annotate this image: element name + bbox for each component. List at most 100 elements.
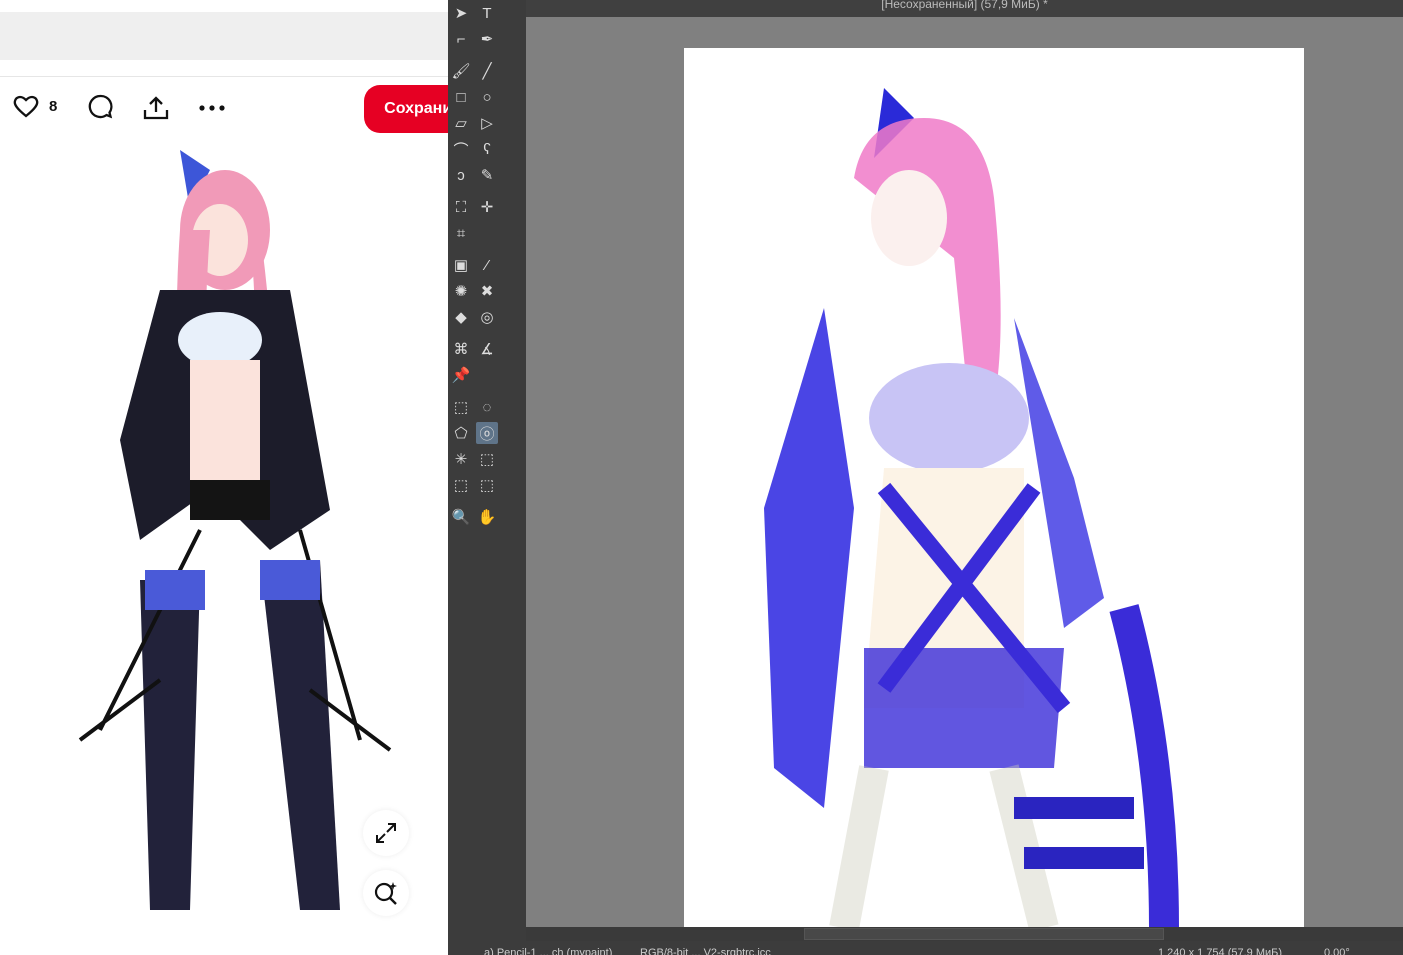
bezier-icon: ⌒ bbox=[453, 141, 469, 159]
measure-icon: ∡ bbox=[480, 341, 494, 358]
reference-images-tool[interactable]: 📌 bbox=[450, 364, 472, 386]
share-button[interactable] bbox=[143, 96, 169, 120]
similar-color-selection-tool[interactable]: ⬚ bbox=[476, 448, 498, 470]
more-icon bbox=[199, 105, 225, 111]
freehand-selection-tool[interactable]: ⓞ bbox=[476, 422, 498, 444]
status-color-space: RGB/8-bit ... V2-srgbtrc.icc bbox=[640, 947, 771, 955]
bezier-select-icon: ⬚ bbox=[453, 477, 469, 494]
magnifier-icon: 🔍 bbox=[451, 509, 471, 526]
freehand-path-tool[interactable]: ʕ bbox=[476, 138, 498, 160]
pen-icon: ✒ bbox=[480, 31, 494, 48]
zoom-tool[interactable]: 🔍 bbox=[450, 506, 472, 528]
save-button[interactable]: Сохранить bbox=[364, 85, 448, 133]
line-icon: ╱ bbox=[482, 63, 492, 80]
freehand-brush-tool[interactable]: 🖌 bbox=[450, 60, 472, 82]
ellipse-icon: ○ bbox=[482, 88, 492, 106]
path-icon: ʕ bbox=[483, 140, 491, 158]
polygonal-selection-tool[interactable]: ⬠ bbox=[450, 422, 472, 444]
rectangle-icon: □ bbox=[456, 88, 466, 106]
line-tool[interactable]: ╱ bbox=[476, 60, 498, 82]
painting-sketch bbox=[764, 88, 1179, 928]
select-shapes-tool[interactable]: ➤ bbox=[450, 2, 472, 24]
similar-select-icon: ⬚ bbox=[479, 451, 495, 468]
lasso-icon: ⓞ bbox=[479, 425, 495, 443]
transform-icon: ⛶ bbox=[455, 198, 467, 216]
canvas-area[interactable] bbox=[526, 17, 1403, 928]
expand-button[interactable] bbox=[363, 810, 409, 856]
edit-shapes-tool[interactable]: ⌐ bbox=[450, 28, 472, 50]
color-picker-tool[interactable]: ⁄ bbox=[476, 254, 498, 276]
polygon-select-icon: ⬠ bbox=[454, 425, 468, 442]
edit-shape-icon: ⌐ bbox=[456, 30, 466, 48]
text-tool[interactable]: T bbox=[476, 2, 498, 24]
text-icon: T bbox=[482, 4, 492, 22]
more-options-button[interactable] bbox=[199, 100, 225, 116]
status-bar: a) Pencil-1 ... ch (mypaint) RGB/8-bit .… bbox=[448, 941, 1403, 955]
like-button[interactable]: 8 bbox=[13, 94, 57, 118]
colorize-mask-tool[interactable]: ✺ bbox=[450, 280, 472, 302]
pan-tool[interactable]: ✋ bbox=[476, 506, 498, 528]
share-icon bbox=[143, 96, 169, 120]
document-title-bar: [Несохраненный] (57,9 МиБ) * bbox=[526, 0, 1403, 17]
elliptical-selection-tool[interactable]: ◌ bbox=[476, 396, 498, 418]
polyline-tool[interactable]: ▷ bbox=[476, 112, 498, 134]
enclose-icon: ◎ bbox=[480, 309, 494, 326]
status-image-size: 1 240 x 1 754 (57,9 МиБ) bbox=[1158, 947, 1283, 955]
pinterest-pin-view: 8 Сохранить bbox=[0, 0, 448, 955]
move-tool[interactable]: ✛ bbox=[476, 196, 498, 218]
krita-toolbox: ➤ T ⌐ ✒ 🖌 ╱ □ ○ ▱ ▷ ⌒ ʕ ↄ ✎ ⛶ ✛ ⌗ ▣ ⁄ ✺ … bbox=[448, 0, 526, 955]
hand-icon: ✋ bbox=[477, 509, 497, 526]
crop-icon: ⌗ bbox=[456, 224, 466, 242]
transform-tool[interactable]: ⛶ bbox=[450, 196, 472, 218]
brush-icon: 🖌 bbox=[451, 63, 471, 80]
divider bbox=[0, 76, 448, 77]
scrollbar-thumb[interactable] bbox=[804, 928, 1164, 940]
pointer-icon: ➤ bbox=[454, 5, 468, 22]
horizontal-scrollbar[interactable] bbox=[526, 927, 1403, 941]
magnetic-selection-tool[interactable]: ⬚ bbox=[476, 474, 498, 496]
document-title: [Несохраненный] (57,9 МиБ) * bbox=[881, 0, 1048, 11]
multibrush-icon: ✎ bbox=[480, 167, 494, 184]
calligraphy-tool[interactable]: ✒ bbox=[476, 28, 498, 50]
bucket-icon: ◆ bbox=[455, 309, 467, 326]
heart-icon bbox=[13, 95, 39, 118]
status-rotation[interactable]: 0,00° bbox=[1324, 947, 1350, 955]
magnetic-select-icon: ⬚ bbox=[479, 477, 495, 494]
crop-tool[interactable]: ⌗ bbox=[450, 222, 472, 244]
polygon-icon: ▱ bbox=[455, 115, 467, 132]
assistant-tool[interactable]: ⌘ bbox=[450, 338, 472, 360]
comment-button[interactable] bbox=[88, 94, 113, 119]
move-icon: ✛ bbox=[480, 199, 494, 216]
gradient-tool[interactable]: ▣ bbox=[450, 254, 472, 276]
gradient-icon: ▣ bbox=[453, 257, 469, 274]
ellipse-tool[interactable]: ○ bbox=[476, 86, 498, 108]
assistant-icon: ⌘ bbox=[453, 341, 469, 358]
bezier-selection-tool[interactable]: ⬚ bbox=[450, 474, 472, 496]
colorize-icon: ✺ bbox=[454, 283, 468, 300]
pin-icon: 📌 bbox=[451, 367, 471, 384]
comment-icon bbox=[88, 94, 113, 119]
smart-patch-tool[interactable]: ✖ bbox=[476, 280, 498, 302]
visual-search-icon bbox=[374, 882, 397, 905]
bezier-tool[interactable]: ⌒ bbox=[450, 138, 472, 160]
status-brush: a) Pencil-1 ... ch (mypaint) bbox=[484, 947, 613, 955]
pin-top-bar bbox=[0, 12, 448, 60]
visual-search-button[interactable] bbox=[363, 870, 409, 916]
polyline-icon: ▷ bbox=[481, 115, 493, 132]
expand-icon bbox=[376, 823, 396, 843]
patch-icon: ✖ bbox=[480, 283, 494, 300]
ellipse-select-icon: ◌ bbox=[482, 398, 492, 416]
fill-tool[interactable]: ◆ bbox=[450, 306, 472, 328]
contiguous-selection-tool[interactable]: ✳ bbox=[450, 448, 472, 470]
magic-wand-icon: ✳ bbox=[454, 451, 468, 468]
rectangular-selection-tool[interactable]: ⬚ bbox=[450, 396, 472, 418]
measure-tool[interactable]: ∡ bbox=[476, 338, 498, 360]
enclose-fill-tool[interactable]: ◎ bbox=[476, 306, 498, 328]
eyedropper-icon: ⁄ bbox=[485, 256, 489, 274]
rectangle-tool[interactable]: □ bbox=[450, 86, 472, 108]
canvas-document[interactable] bbox=[684, 48, 1304, 928]
polygon-tool[interactable]: ▱ bbox=[450, 112, 472, 134]
multibrush-tool[interactable]: ✎ bbox=[476, 164, 498, 186]
rect-select-icon: ⬚ bbox=[453, 399, 469, 416]
dynamic-brush-tool[interactable]: ↄ bbox=[450, 164, 472, 186]
